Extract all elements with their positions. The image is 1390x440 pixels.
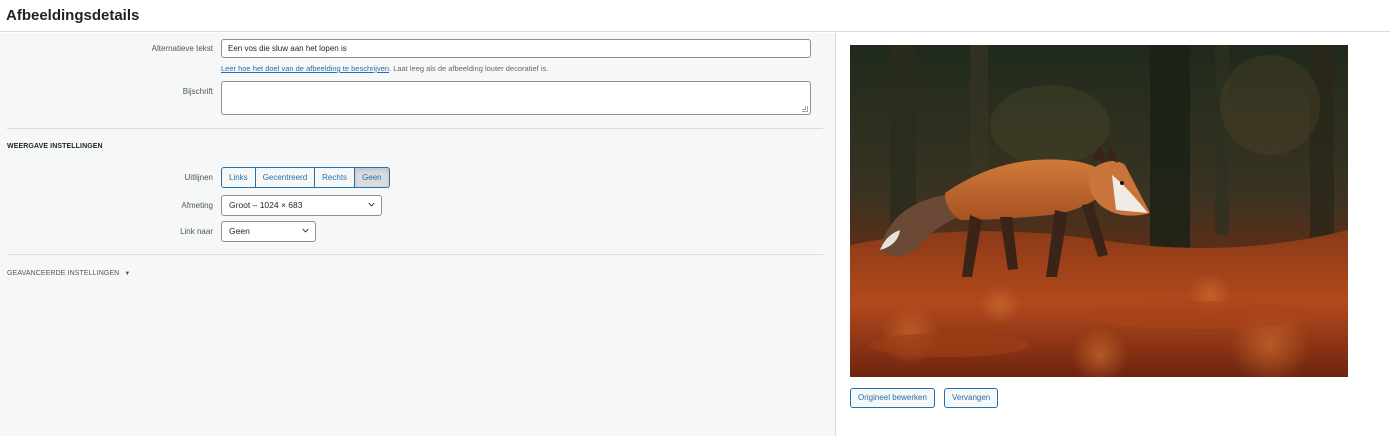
alt-text-input[interactable] bbox=[221, 39, 811, 58]
advanced-settings-title: GEAVANCEERDE INSTELLINGEN bbox=[7, 270, 120, 277]
caret-down-icon: ▼ bbox=[124, 271, 131, 277]
settings-panel: Alternatieve tekst Leer hoe het doel van… bbox=[0, 33, 836, 436]
modal-header: Afbeeldingsdetails bbox=[0, 0, 1390, 32]
size-label: Afmeting bbox=[181, 201, 213, 210]
fox-image bbox=[850, 45, 1348, 377]
chevron-down-icon bbox=[302, 228, 309, 233]
link-to-label: Link naar bbox=[180, 227, 213, 236]
display-settings-title: WEERGAVE INSTELLINGEN bbox=[7, 143, 103, 150]
page-title: Afbeeldingsdetails bbox=[6, 7, 140, 24]
align-right-button[interactable]: Rechts bbox=[314, 167, 356, 188]
image-preview bbox=[850, 45, 1348, 377]
size-select-value: Groot – 1024 × 683 bbox=[229, 200, 303, 210]
align-label: Uitlijnen bbox=[184, 173, 213, 182]
edit-original-button[interactable]: Origineel bewerken bbox=[850, 388, 935, 408]
caption-textarea[interactable] bbox=[221, 81, 811, 115]
size-select[interactable]: Groot – 1024 × 683 bbox=[221, 195, 382, 216]
chevron-down-icon bbox=[368, 202, 375, 207]
caption-label: Bijschrift bbox=[182, 87, 213, 96]
link-to-select[interactable]: Geen bbox=[221, 221, 316, 242]
alt-text-help-text: . Laat leeg als de afbeelding louter dec… bbox=[389, 64, 549, 73]
resize-handle-icon[interactable] bbox=[802, 106, 808, 112]
divider bbox=[7, 128, 823, 129]
advanced-settings-toggle[interactable]: GEAVANCEERDE INSTELLINGEN ▼ bbox=[7, 270, 130, 277]
image-preview-panel: Origineel bewerken Vervangen bbox=[837, 33, 1390, 436]
link-to-select-value: Geen bbox=[229, 226, 250, 236]
alt-text-label: Alternatieve tekst bbox=[151, 44, 213, 53]
alt-text-help: Leer hoe het doel van de afbeelding te b… bbox=[221, 64, 548, 73]
divider bbox=[7, 254, 823, 255]
align-button-group: Links Gecentreerd Rechts Geen bbox=[221, 167, 390, 188]
alt-text-help-link[interactable]: Leer hoe het doel van de afbeelding te b… bbox=[221, 64, 389, 73]
align-none-button[interactable]: Geen bbox=[354, 167, 390, 188]
align-left-button[interactable]: Links bbox=[221, 167, 256, 188]
align-center-button[interactable]: Gecentreerd bbox=[254, 167, 316, 188]
replace-button[interactable]: Vervangen bbox=[944, 388, 999, 408]
